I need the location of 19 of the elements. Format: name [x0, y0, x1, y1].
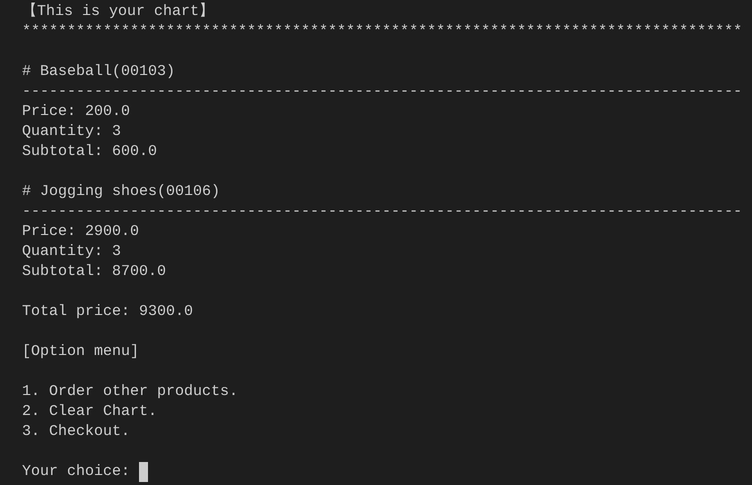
product-heading: # Baseball(00103) [22, 62, 176, 82]
product-heading: # Jogging shoes(00106) [22, 182, 220, 202]
dashed-rule: -------------------------------------------------------------------------------- [22, 82, 742, 102]
total-price: Total price: 9300.0 [22, 302, 194, 322]
text-cursor [139, 462, 148, 482]
chart-title: 【This is your chart】 [22, 2, 214, 22]
choice-prompt: Your choice: [22, 462, 130, 482]
menu-heading: [Option menu] [22, 342, 140, 362]
product-detail: Quantity: 3 [22, 122, 122, 142]
product-detail: Quantity: 3 [22, 242, 122, 262]
menu-option: 3. Checkout. [22, 422, 130, 442]
product-detail: Price: 2900.0 [22, 222, 140, 242]
dashed-rule: -------------------------------------------------------------------------------- [22, 202, 742, 222]
product-detail: Subtotal: 8700.0 [22, 262, 166, 282]
asterisk-rule: ******************************************************************************** [22, 22, 742, 42]
menu-option: 2. Clear Chart. [22, 402, 158, 422]
menu-option: 1. Order other products. [22, 382, 238, 402]
product-detail: Subtotal: 600.0 [22, 142, 158, 162]
product-detail: Price: 200.0 [22, 102, 130, 122]
